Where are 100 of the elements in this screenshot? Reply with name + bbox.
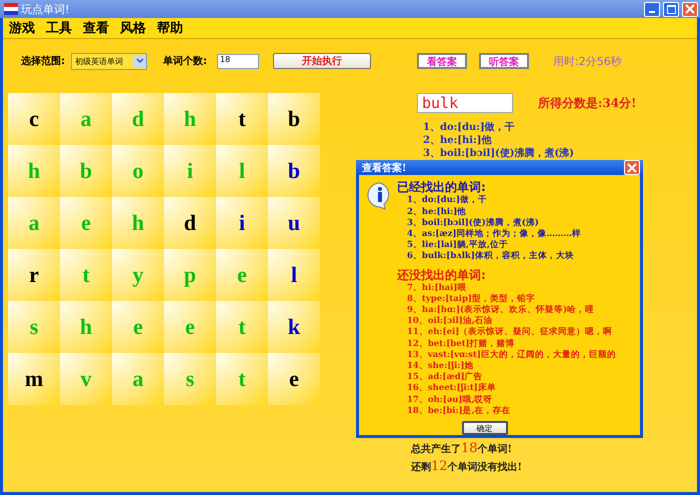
letter-tile[interactable]: b bbox=[268, 145, 320, 197]
tile-letter: s bbox=[30, 316, 38, 338]
elapsed-time: 用时:2分56秒 bbox=[553, 54, 622, 68]
missing-word-item: 7、hi:[hai]喂 bbox=[406, 282, 468, 294]
word-count-field[interactable]: 18 bbox=[217, 54, 259, 68]
found-word-item: 3、boil:[bɔil](使)沸腾，煮(沸) bbox=[406, 218, 540, 228]
found-word-item: 5、lie:[lai]躺,平放,位于 bbox=[406, 240, 509, 250]
letter-tile[interactable]: l bbox=[216, 145, 268, 197]
missing-word-item: 16、sheet:[ʃi:t]床单 bbox=[406, 383, 497, 394]
menu-item[interactable]: 帮助 bbox=[157, 19, 183, 37]
menu-item[interactable]: 游戏 bbox=[9, 19, 35, 37]
tile-letter: h bbox=[80, 316, 92, 338]
letter-tile[interactable]: l bbox=[268, 249, 320, 301]
tile-letter: d bbox=[184, 212, 196, 234]
tile-letter: d bbox=[132, 108, 144, 130]
tile-letter: a bbox=[80, 108, 92, 130]
range-dropdown[interactable]: 初级英语单词 bbox=[71, 52, 147, 70]
letter-tile[interactable]: y bbox=[112, 249, 164, 301]
missing-word-item: 18、be:[bi:]是,在，存在 bbox=[406, 406, 512, 417]
letter-tile[interactable]: s bbox=[8, 301, 60, 353]
found-word-item: 1、do:[du:]做，干 bbox=[423, 121, 516, 134]
letter-tile[interactable]: d bbox=[164, 197, 216, 249]
show-answer-button[interactable]: 看答案 bbox=[417, 53, 467, 69]
letter-tile[interactable]: h bbox=[164, 93, 216, 145]
summary-text: 还剩12个单词没有找出! bbox=[411, 459, 523, 474]
tile-letter: t bbox=[238, 316, 246, 338]
letter-tile[interactable]: e bbox=[268, 353, 320, 405]
tile-letter: e bbox=[185, 316, 195, 338]
menu-item[interactable]: 风格 bbox=[120, 19, 146, 37]
letter-tile[interactable]: u bbox=[268, 197, 320, 249]
tile-letter: t bbox=[82, 264, 90, 286]
tile-letter: l bbox=[238, 160, 246, 182]
window-title: 玩点单词! bbox=[21, 2, 70, 16]
tile-letter: b bbox=[288, 108, 300, 130]
letter-tile[interactable]: b bbox=[60, 145, 112, 197]
letter-tile[interactable]: k bbox=[268, 301, 320, 353]
missing-word-item: 8、type:[taip]型，类型，铅字 bbox=[406, 294, 536, 304]
minimize-button[interactable] bbox=[644, 2, 660, 16]
letter-tile[interactable]: r bbox=[8, 249, 60, 301]
letter-tile[interactable]: e bbox=[112, 301, 164, 353]
tile-letter: t bbox=[238, 108, 246, 130]
tile-letter: s bbox=[186, 368, 194, 390]
ok-button[interactable]: 确定 bbox=[462, 421, 508, 435]
dialog-close-button[interactable] bbox=[624, 160, 640, 176]
tile-letter: i bbox=[186, 160, 194, 182]
tile-letter: h bbox=[28, 160, 40, 182]
letter-tile[interactable]: o bbox=[112, 145, 164, 197]
menu-item[interactable]: 工具 bbox=[46, 19, 72, 37]
letter-tile[interactable]: t bbox=[216, 353, 268, 405]
tile-letter: a bbox=[132, 368, 144, 390]
letter-tile[interactable]: h bbox=[112, 197, 164, 249]
range-label: 选择范围: bbox=[21, 54, 65, 68]
count-label: 单词个数: bbox=[163, 54, 207, 68]
found-word-item: 3、boil:[bɔil](使)沸腾，煮(沸) bbox=[423, 147, 575, 160]
letter-tile[interactable]: t bbox=[216, 93, 268, 145]
tile-letter: p bbox=[184, 264, 196, 286]
score-text: 所得分数是:34分! bbox=[538, 94, 636, 112]
found-word-item: 6、bulk:[bʌlk]体积，容积，主体，大块 bbox=[406, 251, 575, 263]
tile-letter: k bbox=[288, 316, 300, 338]
tile-letter: a bbox=[28, 212, 40, 234]
tile-letter: b bbox=[288, 160, 300, 182]
letter-tile[interactable]: e bbox=[164, 301, 216, 353]
letter-tile[interactable]: c bbox=[8, 93, 60, 145]
letter-tile[interactable]: e bbox=[216, 249, 268, 301]
letter-tile[interactable]: s bbox=[164, 353, 216, 405]
word-input-field[interactable]: bulk bbox=[417, 93, 513, 113]
letter-tile[interactable]: t bbox=[60, 249, 112, 301]
listen-answer-button[interactable]: 听答案 bbox=[479, 53, 529, 69]
letter-tile[interactable]: i bbox=[216, 197, 268, 249]
missing-word-item: 12、bet:[bet]打赌，赌博 bbox=[406, 338, 516, 350]
letter-tile[interactable]: t bbox=[216, 301, 268, 353]
letter-tile[interactable]: m bbox=[8, 353, 60, 405]
tile-letter: h bbox=[184, 108, 196, 130]
dialog-title: 查看答案! bbox=[362, 161, 406, 175]
letter-tile[interactable]: a bbox=[60, 93, 112, 145]
letter-tile[interactable]: h bbox=[60, 301, 112, 353]
letter-tile[interactable]: i bbox=[164, 145, 216, 197]
letter-tile[interactable]: d bbox=[112, 93, 164, 145]
letter-tile[interactable]: b bbox=[268, 93, 320, 145]
tile-letter: y bbox=[132, 264, 144, 286]
maximize-button[interactable] bbox=[663, 2, 679, 16]
missing-word-item: 17、oh:[əu]哦,哎呀 bbox=[406, 394, 494, 406]
missing-word-item: 9、ha:[hɑ:](表示惊讶、欢乐、怀疑等)哈，哩 bbox=[406, 304, 596, 316]
missing-word-item: 14、she:[ʃi:]她 bbox=[406, 360, 475, 372]
letter-tile[interactable]: h bbox=[8, 145, 60, 197]
letter-tile[interactable]: e bbox=[60, 197, 112, 249]
found-word-item: 1、do:[du:]做，干 bbox=[406, 195, 488, 207]
tile-letter: c bbox=[29, 108, 39, 130]
start-button[interactable]: 开始执行 bbox=[273, 53, 371, 69]
menu-item[interactable]: 查看 bbox=[83, 19, 109, 37]
found-word-item: 2、he:[hi:]他 bbox=[423, 134, 493, 147]
letter-tile[interactable]: v bbox=[60, 353, 112, 405]
missing-word-item: 11、eh:[ei]（表示惊讶、疑问、征求同意）嗯，啊 bbox=[406, 327, 614, 338]
missing-word-item: 15、ad:[æd]广告 bbox=[406, 372, 484, 382]
tile-letter: e bbox=[81, 212, 91, 234]
found-word-item: 2、he:[hi:]他 bbox=[406, 206, 468, 218]
found-word-item: 4、as:[æz]同样地；作为；像，像………样 bbox=[406, 228, 582, 240]
tile-letter: o bbox=[132, 160, 144, 182]
tile-letter: e bbox=[133, 316, 143, 338]
close-button[interactable] bbox=[682, 2, 698, 16]
